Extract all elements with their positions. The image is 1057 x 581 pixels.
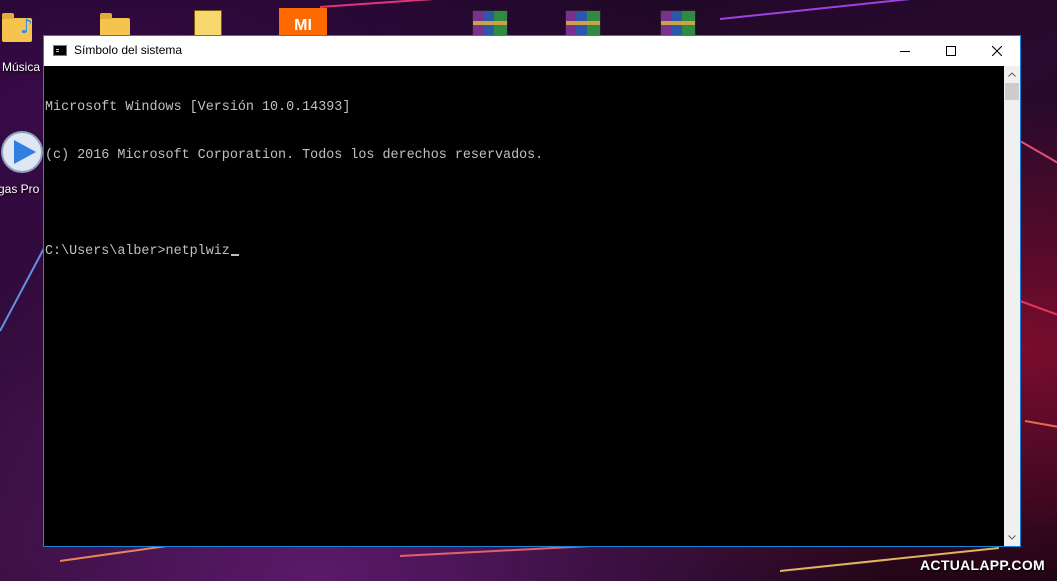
console-prompt-line[interactable]: C:\Users\alber>netplwiz [45,244,1005,260]
rar-archive-icon[interactable] [565,10,601,38]
close-button[interactable] [974,36,1020,66]
wallpaper-streak [1024,420,1057,433]
text-cursor [230,254,239,256]
scrollbar-thumb[interactable] [1005,83,1019,100]
desktop-icon-label: gas Pro 1 [0,182,50,196]
document-icon[interactable] [194,10,222,38]
vertical-scrollbar[interactable] [1004,66,1020,546]
wallpaper-streak [1019,140,1057,182]
window-title: Símbolo del sistema [74,43,183,57]
console-line: Microsoft Windows [Versión 10.0.14393] [45,100,351,115]
desktop-icon-label: Música [2,60,41,74]
title-bar[interactable]: Símbolo del sistema [44,36,1020,66]
console-line: (c) 2016 Microsoft Corporation. Todos lo… [45,148,544,163]
mi-app-icon[interactable]: MI [279,8,327,38]
console-output[interactable]: Microsoft Windows [Versión 10.0.14393] (… [44,66,1005,546]
wallpaper-streak [719,0,1019,20]
maximize-icon [946,46,956,56]
scroll-up-button[interactable] [1004,66,1020,83]
cmd-icon [53,45,67,56]
wallpaper-streak [319,0,580,8]
console-prompt-text: C:\Users\alber>netplwiz [45,244,230,259]
scroll-down-button[interactable] [1004,529,1020,546]
chevron-down-icon [1008,535,1016,540]
close-icon [992,46,1002,56]
play-icon [1,131,43,173]
wallpaper-streak [1019,300,1057,323]
chevron-up-icon [1008,72,1016,77]
minimize-icon [900,51,910,52]
rar-archive-icon[interactable] [472,10,508,38]
watermark: ACTUALAPP.COM [920,557,1045,573]
music-note-icon: ♪ [20,14,33,38]
rar-archive-icon[interactable] [660,10,696,38]
command-prompt-window[interactable]: Símbolo del sistema Microsoft Windows [V… [43,35,1021,547]
maximize-button[interactable] [928,36,974,66]
minimize-button[interactable] [882,36,928,66]
